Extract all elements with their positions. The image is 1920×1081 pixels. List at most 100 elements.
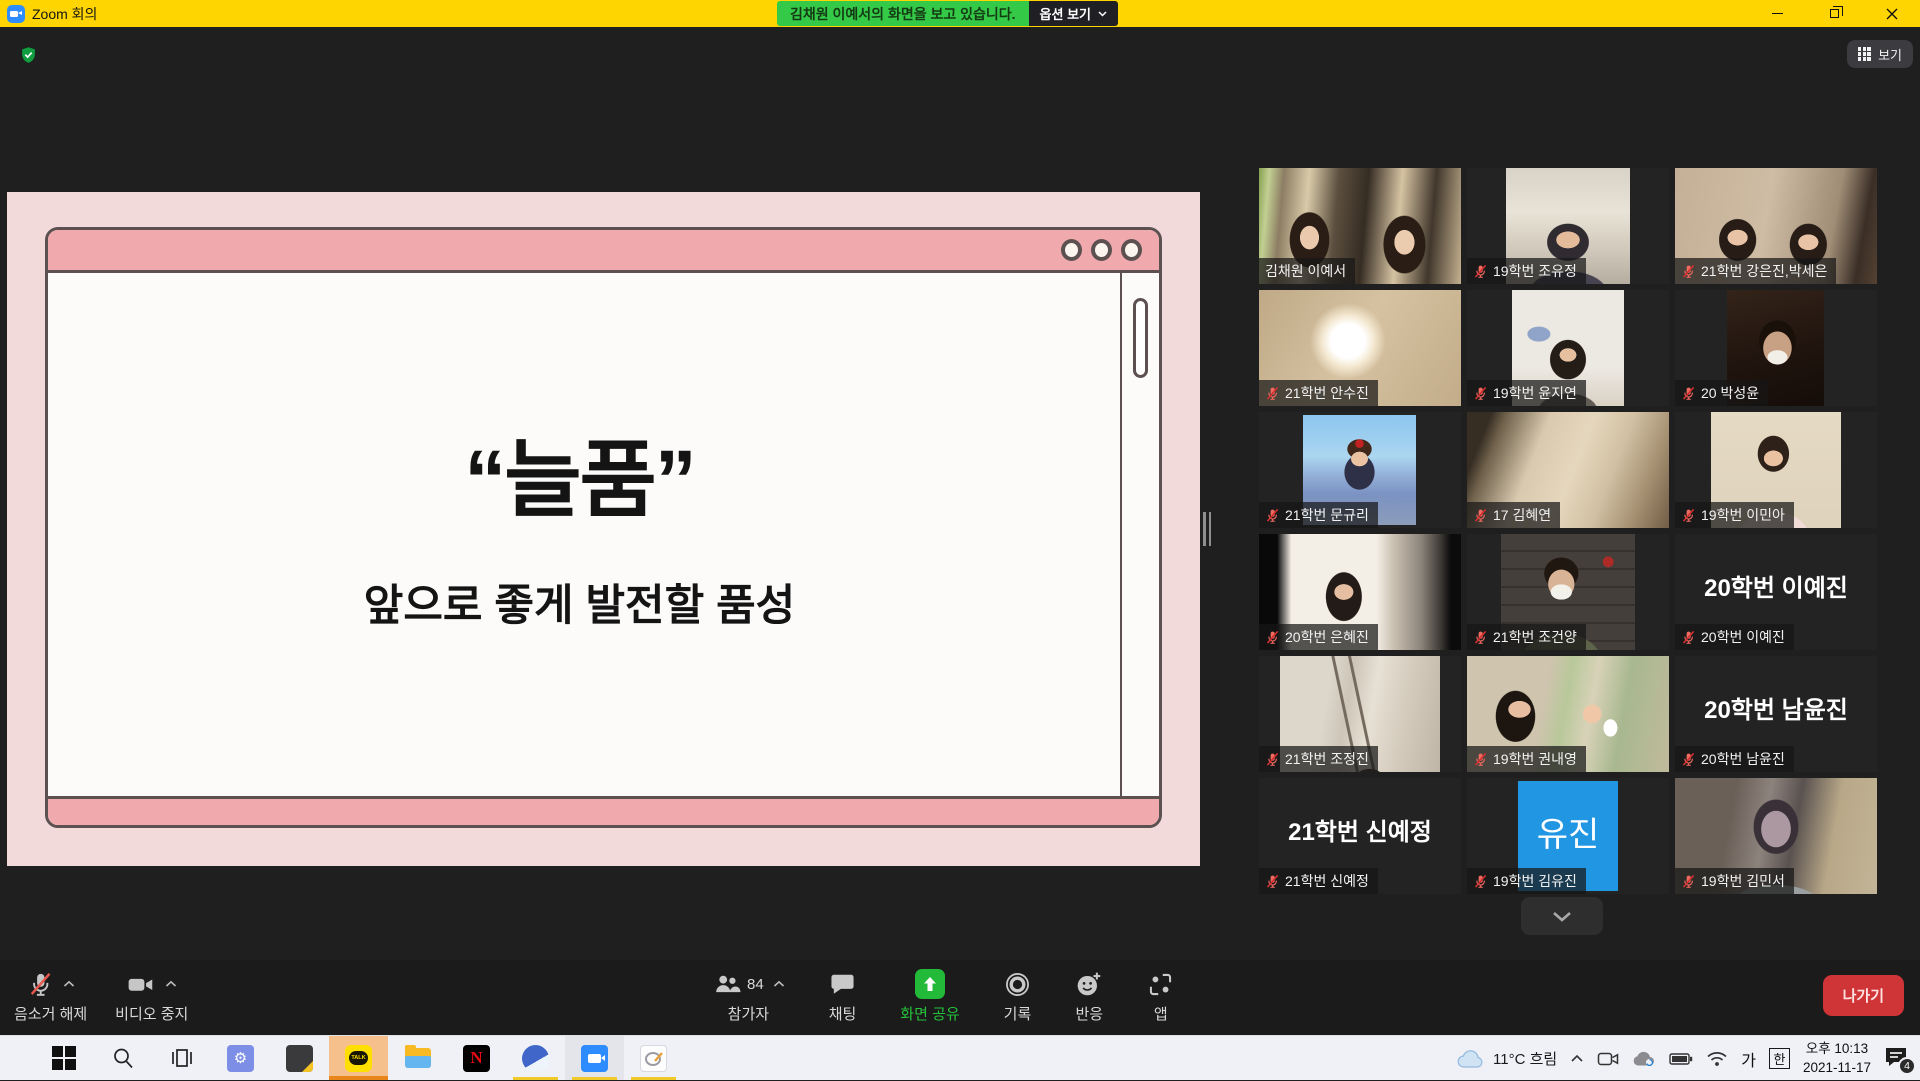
participant-tile[interactable]: 20학번 이예진20학번 이예진 [1675,534,1877,650]
participant-name: 20학번 남윤진 [1701,749,1785,769]
dark-notes-app-icon [286,1045,313,1072]
apps-icon [1147,971,1174,998]
whale-browser-icon [522,1045,549,1072]
participant-tile[interactable]: 21학번 안수진 [1259,290,1461,406]
participant-name: 19학번 이민아 [1701,505,1785,525]
meeting-stage: 보기 “늘품” 앞으로 좋게 발전할 품성 김채원 이예서19학번 조유정21학… [0,27,1920,960]
chevron-up-icon[interactable] [773,980,785,988]
search-button[interactable] [93,1036,152,1080]
chat-button[interactable]: 채팅 [829,967,857,1024]
stop-video-label: 비디오 중지 [115,1003,188,1024]
participant-tile[interactable]: 20학번 은혜진 [1259,534,1461,650]
participant-tile[interactable]: 20 박성윤 [1675,290,1877,406]
share-screen-button[interactable]: 화면 공유 [900,967,959,1024]
ime-mode-indicator[interactable]: 가 [1741,1047,1756,1071]
participant-tile[interactable]: 20학번 남윤진20학번 남윤진 [1675,656,1877,772]
apps-button[interactable]: 앱 [1147,967,1174,1024]
task-view-button[interactable] [152,1036,211,1080]
app-chip: Zoom 회의 [0,4,97,24]
participant-tile[interactable]: 19학번 권내영 [1467,656,1669,772]
panel-splitter-handle[interactable] [1203,512,1211,546]
participant-name: 21학번 안수진 [1285,383,1369,403]
chevron-up-icon[interactable] [63,980,75,988]
taskbar-app-paint[interactable] [624,1036,683,1080]
weather-widget[interactable]: 11°C 흐림 [1457,1048,1557,1069]
slide-subtitle: 앞으로 좋게 발전할 품성 [48,571,1111,633]
participant-name: 21학번 문규리 [1285,505,1369,525]
participant-tile[interactable]: 21학번 문규리 [1259,412,1461,528]
minimize-button[interactable] [1749,0,1806,27]
taskbar-app-netflix[interactable]: N [447,1036,506,1080]
zoom-control-bar: 음소거 해제 비디오 중지 84 참가자 [0,960,1920,1035]
muted-mic-icon [1473,386,1488,401]
taskbar-app-settings[interactable]: ⚙ [211,1036,270,1080]
view-layout-button[interactable]: 보기 [1847,40,1913,68]
participant-tile[interactable]: 유진19학번 김유진 [1467,778,1669,894]
participant-name: 19학번 김유진 [1493,871,1577,891]
participant-tile[interactable]: 19학번 김민서 [1675,778,1877,894]
zoom-app-icon [7,5,25,23]
reactions-label: 반응 [1075,1003,1103,1024]
taskbar-app-zoom[interactable] [565,1036,624,1080]
unmute-button[interactable]: 음소거 해제 [14,967,87,1024]
participant-name-label: 19학번 김유진 [1467,868,1586,894]
wifi-icon[interactable] [1706,1050,1728,1067]
slide-frame-titlebar [48,230,1159,273]
participant-tile[interactable]: 21학번 조건양 [1467,534,1669,650]
video-camera-icon [126,971,156,998]
participant-tile[interactable]: 19학번 이민아 [1675,412,1877,528]
record-button[interactable]: 기록 [1004,967,1032,1024]
participant-tile[interactable]: 김채원 이예서 [1259,168,1461,284]
taskbar-app-explorer[interactable] [388,1036,447,1080]
participant-tile[interactable]: 21학번 신예정21학번 신예정 [1259,778,1461,894]
windows-logo-icon [52,1046,76,1070]
scroll-participants-down-button[interactable] [1521,897,1603,935]
leave-meeting-button[interactable]: 나가기 [1823,975,1904,1016]
participant-grid: 김채원 이예서19학번 조유정21학번 강은진,박세은 21학번 안수진 19학번 … [1259,168,1877,894]
tray-chevron-up-icon[interactable] [1570,1054,1584,1063]
chat-label: 채팅 [829,1003,857,1024]
muted-mic-icon [1265,630,1280,645]
participant-display-name: 21학번 신예정 [1259,778,1461,880]
participants-button[interactable]: 84 참가자 [712,967,785,1024]
security-shield-icon[interactable] [20,46,37,64]
participant-tile[interactable]: 21학번 강은진,박세은 [1675,168,1877,284]
participant-name-label: 21학번 신예정 [1259,868,1378,894]
meet-now-icon[interactable] [1597,1050,1619,1068]
korean-ime-indicator[interactable]: 한 [1769,1048,1790,1069]
participant-name-label: 19학번 김민서 [1675,868,1794,894]
share-screen-label: 화면 공유 [900,1003,959,1024]
start-button[interactable] [34,1036,93,1080]
chevron-up-icon[interactable] [165,980,177,988]
slide-title: “늘품” [48,413,1111,534]
taskbar-app-whale[interactable] [506,1036,565,1080]
taskbar-app-notes[interactable] [270,1036,329,1080]
participant-tile[interactable]: 19학번 조유정 [1467,168,1669,284]
participant-tile[interactable]: 17 김혜연 [1467,412,1669,528]
muted-mic-icon [1681,386,1696,401]
notification-center-button[interactable]: 4 [1884,1046,1914,1072]
participant-name-label: 19학번 이민아 [1675,502,1794,528]
taskbar-clock[interactable]: 오후 10:13 2021-11-17 [1803,1040,1871,1076]
share-screen-icon [915,969,945,999]
participant-name-label: 20학번 이예진 [1675,624,1794,650]
muted-mic-icon [1681,752,1696,767]
stop-video-button[interactable]: 비디오 중지 [115,967,188,1024]
taskbar-app-kakaotalk[interactable]: TALK [329,1036,388,1080]
close-button[interactable] [1863,0,1920,27]
window-titlebar: Zoom 회의 김채원 이예서의 화면을 보고 있습니다. 옵션 보기 [0,0,1920,27]
view-options-button[interactable]: 옵션 보기 [1029,1,1118,26]
participant-name-label: 20학번 은혜진 [1259,624,1378,650]
participant-tile[interactable]: 21학번 조정진 [1259,656,1461,772]
participant-name: 21학번 조정진 [1285,749,1369,769]
onedrive-cloud-icon[interactable] [1632,1050,1656,1067]
reactions-button[interactable]: 반응 [1075,967,1103,1024]
running-indicator [329,1076,388,1080]
battery-icon[interactable] [1669,1052,1693,1066]
restore-button[interactable] [1806,0,1863,27]
view-options-label: 옵션 보기 [1040,4,1091,23]
muted-mic-icon [1265,874,1280,889]
paint-app-icon [640,1045,667,1072]
participant-name: 21학번 조건양 [1493,627,1577,647]
participant-tile[interactable]: 19학번 윤지연 [1467,290,1669,406]
